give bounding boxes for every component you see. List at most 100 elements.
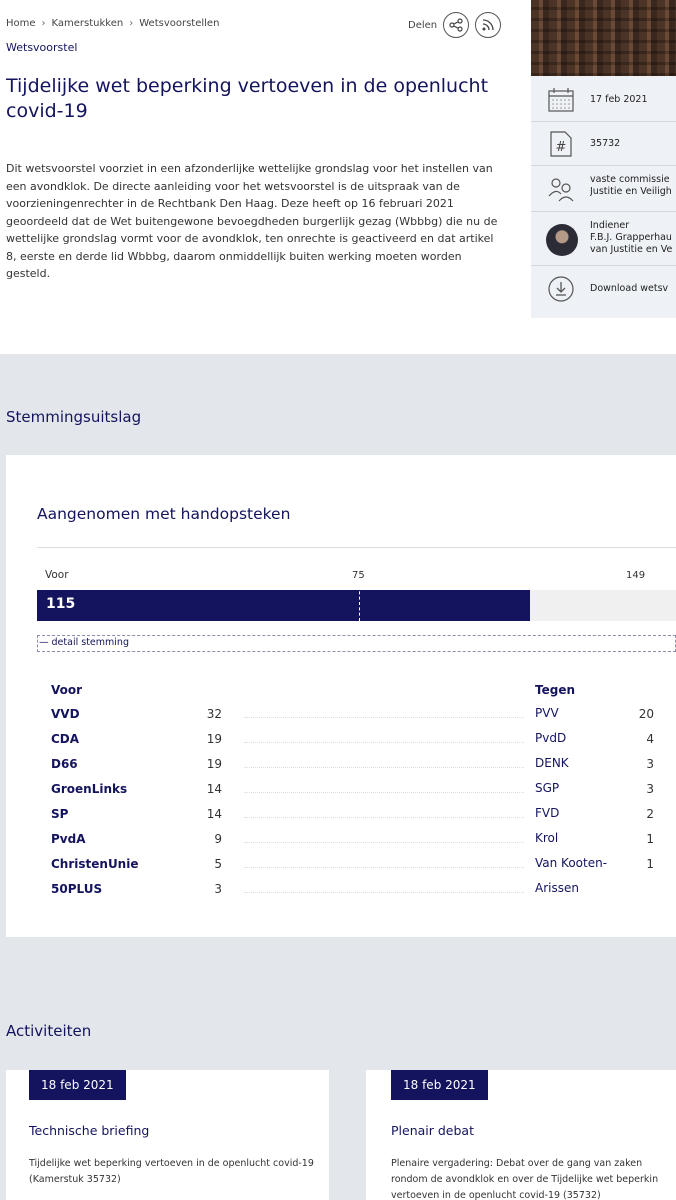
party-seats: 19 bbox=[206, 757, 222, 771]
party-name: SGP bbox=[535, 781, 560, 795]
rss-icon bbox=[482, 19, 494, 31]
activity-date: 18 feb 2021 bbox=[29, 1070, 126, 1100]
party-name: Krol bbox=[535, 831, 559, 845]
meta-committee: vaste commissie Justitie en Veiligh bbox=[590, 174, 676, 198]
download-row[interactable]: Download wetsv bbox=[531, 266, 676, 312]
party-seats: 3 bbox=[646, 782, 654, 796]
breadcrumb-kamerstukken[interactable]: Kamerstukken bbox=[52, 18, 124, 29]
vote-bar: 115 bbox=[37, 586, 676, 621]
avatar bbox=[546, 224, 578, 256]
party-seats: 3 bbox=[646, 757, 654, 771]
party-seats: 14 bbox=[206, 807, 222, 821]
row-divider bbox=[244, 717, 524, 718]
row-divider bbox=[244, 792, 524, 793]
vote-result-title: Aangenomen met handopsteken bbox=[37, 505, 291, 523]
committee-line-2: Justitie en Veiligh bbox=[590, 186, 672, 197]
activity-title[interactable]: Plenair debat bbox=[391, 1123, 474, 1138]
row-divider bbox=[244, 767, 524, 768]
share-button[interactable] bbox=[443, 12, 470, 38]
share-icon bbox=[449, 18, 463, 32]
submitter-line-2: van Justitie en Ve bbox=[590, 244, 673, 255]
party-seats: 14 bbox=[206, 782, 222, 796]
detail-stemming-toggle[interactable]: — detail stemming bbox=[37, 635, 676, 652]
majority-marker bbox=[359, 586, 360, 621]
voor-heading: Voor bbox=[51, 683, 83, 697]
building-photo bbox=[531, 0, 676, 76]
download-link[interactable]: Download wetsv bbox=[590, 283, 676, 295]
row-divider bbox=[244, 742, 524, 743]
meta-number: 35732 bbox=[590, 138, 621, 149]
row-divider bbox=[244, 867, 524, 868]
party-seats: 19 bbox=[206, 732, 222, 746]
hash-icon: # bbox=[547, 130, 575, 158]
document-type: Wetsvoorstel bbox=[6, 41, 78, 54]
party-name: PvdD bbox=[535, 731, 567, 745]
party-seats: 1 bbox=[646, 832, 654, 846]
rss-button[interactable] bbox=[475, 12, 502, 38]
people-icon bbox=[547, 175, 575, 203]
vote-bar-fill bbox=[37, 590, 530, 621]
share-label: Delen bbox=[408, 19, 438, 31]
party-name: D66 bbox=[51, 757, 78, 771]
svg-text:#: # bbox=[556, 140, 567, 155]
majority-label: 75 bbox=[352, 570, 365, 581]
meta-date: 17 feb 2021 bbox=[590, 94, 648, 105]
party-name: CDA bbox=[51, 732, 80, 746]
breadcrumb-wetsvoorstellen[interactable]: Wetsvoorstellen bbox=[139, 18, 219, 29]
party-name: FVD bbox=[535, 806, 560, 820]
party-name: PvdA bbox=[51, 832, 86, 846]
row-divider bbox=[244, 817, 524, 818]
committee-line-1: vaste commissie bbox=[590, 174, 670, 185]
party-seats: 20 bbox=[638, 707, 654, 721]
party-seats: 2 bbox=[646, 807, 654, 821]
party-seats: 3 bbox=[214, 882, 222, 896]
breadcrumb-home[interactable]: Home bbox=[6, 18, 36, 29]
submitter-line-1[interactable]: F.B.J. Grapperhau bbox=[590, 232, 672, 243]
vote-card: Aangenomen met handopsteken Voor 75 149 … bbox=[6, 455, 676, 937]
calendar-icon bbox=[547, 86, 575, 114]
breadcrumb: Home › Kamerstukken › Wetsvoorstellen bbox=[6, 18, 219, 29]
party-name: Van Kooten-Arissen bbox=[535, 856, 608, 895]
download-icon bbox=[547, 275, 575, 303]
party-name: DENK bbox=[535, 756, 569, 770]
activity-description: Plenaire vergadering: Debat over de gang… bbox=[391, 1158, 659, 1200]
party-seats: 4 bbox=[646, 732, 654, 746]
voor-total: 115 bbox=[46, 596, 76, 612]
activity-card[interactable]: 18 feb 2021 Technische briefing Tijdelij… bbox=[6, 1070, 329, 1200]
meta-submitter: Indiener F.B.J. Grapperhau van Justitie … bbox=[590, 220, 676, 256]
page-title: Tijdelijke wet beperking vertoeven in de… bbox=[6, 75, 489, 122]
vote-section-title: Stemmingsuitslag bbox=[6, 408, 142, 426]
chevron-right-icon: › bbox=[129, 18, 134, 29]
party-name: 50PLUS bbox=[51, 882, 103, 896]
party-seats: 9 bbox=[214, 832, 222, 846]
total-label: 149 bbox=[626, 570, 646, 581]
tegen-heading: Tegen bbox=[535, 683, 576, 697]
row-divider bbox=[244, 892, 524, 893]
bar-label-voor: Voor bbox=[45, 569, 69, 581]
party-seats: 5 bbox=[214, 857, 222, 871]
party-name: VVD bbox=[51, 707, 80, 721]
party-seats: 32 bbox=[206, 707, 222, 721]
collapse-icon: — bbox=[39, 637, 52, 648]
meta-committee-row: vaste commissie Justitie en Veiligh bbox=[531, 166, 676, 212]
share-bar: Delen bbox=[408, 12, 502, 38]
detail-stemming-label: detail stemming bbox=[51, 637, 129, 648]
meta-submitter-row: Indiener F.B.J. Grapperhau van Justitie … bbox=[531, 212, 676, 266]
party-name: ChristenUnie bbox=[51, 857, 139, 871]
party-name: SP bbox=[51, 807, 69, 821]
activity-title[interactable]: Technische briefing bbox=[29, 1123, 149, 1138]
party-name: PVV bbox=[535, 706, 559, 720]
meta-date-row: 17 feb 2021 bbox=[531, 76, 676, 122]
sidebar-meta: 17 feb 2021 # 35732 vaste commissie Just… bbox=[531, 0, 676, 318]
meta-number-row: # 35732 bbox=[531, 122, 676, 166]
submitter-label: Indiener bbox=[590, 220, 630, 231]
row-divider bbox=[244, 842, 524, 843]
divider bbox=[37, 547, 676, 548]
chevron-right-icon: › bbox=[41, 18, 46, 29]
description: Dit wetsvoorstel voorziet in een afzonde… bbox=[6, 162, 498, 280]
activity-card[interactable]: 18 feb 2021 Plenair debat Plenaire verga… bbox=[366, 1070, 676, 1200]
party-name: GroenLinks bbox=[51, 782, 128, 796]
party-seats: 1 bbox=[646, 857, 654, 871]
activity-date: 18 feb 2021 bbox=[391, 1070, 488, 1100]
activities-title: Activiteiten bbox=[6, 1022, 92, 1040]
